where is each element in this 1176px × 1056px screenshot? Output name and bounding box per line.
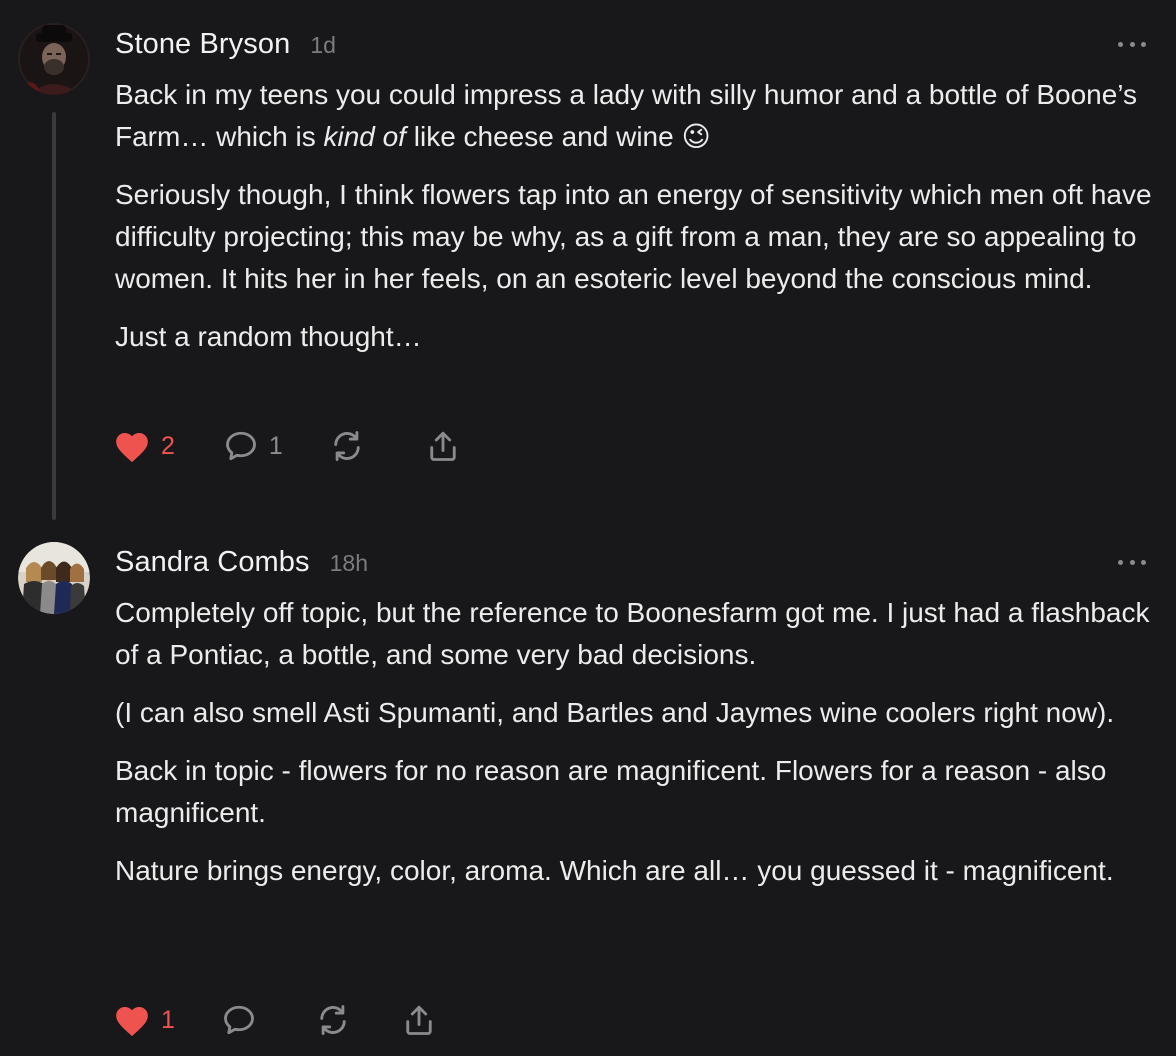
comment-paragraph: Back in my teens you could impress a lad…: [115, 79, 1137, 152]
heart-icon: [113, 428, 151, 464]
timestamp[interactable]: 18h: [330, 550, 368, 577]
share-icon: [401, 1002, 437, 1038]
restack-button[interactable]: [315, 1000, 351, 1040]
comment-actions: 1: [113, 1000, 437, 1040]
thread-line: [52, 112, 56, 520]
author-name[interactable]: Sandra Combs: [115, 546, 310, 579]
comment-paragraph: Just a random thought…: [115, 321, 422, 352]
comment-actions: 2 1: [113, 426, 461, 466]
avatar[interactable]: [18, 23, 90, 95]
timestamp[interactable]: 1d: [310, 32, 336, 59]
comment-header: Sandra Combs 18h: [115, 546, 368, 579]
like-button[interactable]: 2: [113, 426, 175, 466]
share-icon: [425, 428, 461, 464]
speech-bubble-icon: [223, 428, 259, 464]
comment-paragraph: Completely off topic, but the reference …: [115, 597, 1150, 670]
like-button[interactable]: 1: [113, 1000, 175, 1040]
speech-bubble-icon: [221, 1002, 257, 1038]
comment-body: Back in my teens you could impress a lad…: [115, 74, 1165, 374]
restack-icon: [329, 428, 365, 464]
avatar[interactable]: [18, 542, 90, 614]
more-dots-icon[interactable]: [1118, 39, 1146, 49]
restack-button[interactable]: [329, 426, 365, 466]
comment-paragraph: Nature brings energy, color, aroma. Whic…: [115, 855, 1114, 886]
like-count: 2: [161, 431, 175, 460]
comment-paragraph: Seriously though, I think flowers tap in…: [115, 179, 1152, 294]
share-button[interactable]: [425, 426, 461, 466]
comment-body: Completely off topic, but the reference …: [115, 592, 1165, 908]
comment-header: Stone Bryson 1d: [115, 28, 336, 61]
more-dots-icon[interactable]: [1118, 557, 1146, 567]
restack-icon: [315, 1002, 351, 1038]
heart-icon: [113, 1002, 151, 1038]
author-name[interactable]: Stone Bryson: [115, 28, 290, 61]
comment-paragraph: (I can also smell Asti Spumanti, and Bar…: [115, 697, 1115, 728]
reply-count: 1: [268, 431, 283, 460]
share-button[interactable]: [401, 1000, 437, 1040]
like-count: 1: [161, 1005, 175, 1034]
reply-button[interactable]: 1: [223, 426, 283, 466]
comment-paragraph: Back in topic - flowers for no reason ar…: [115, 755, 1107, 828]
reply-button[interactable]: [221, 1000, 257, 1040]
